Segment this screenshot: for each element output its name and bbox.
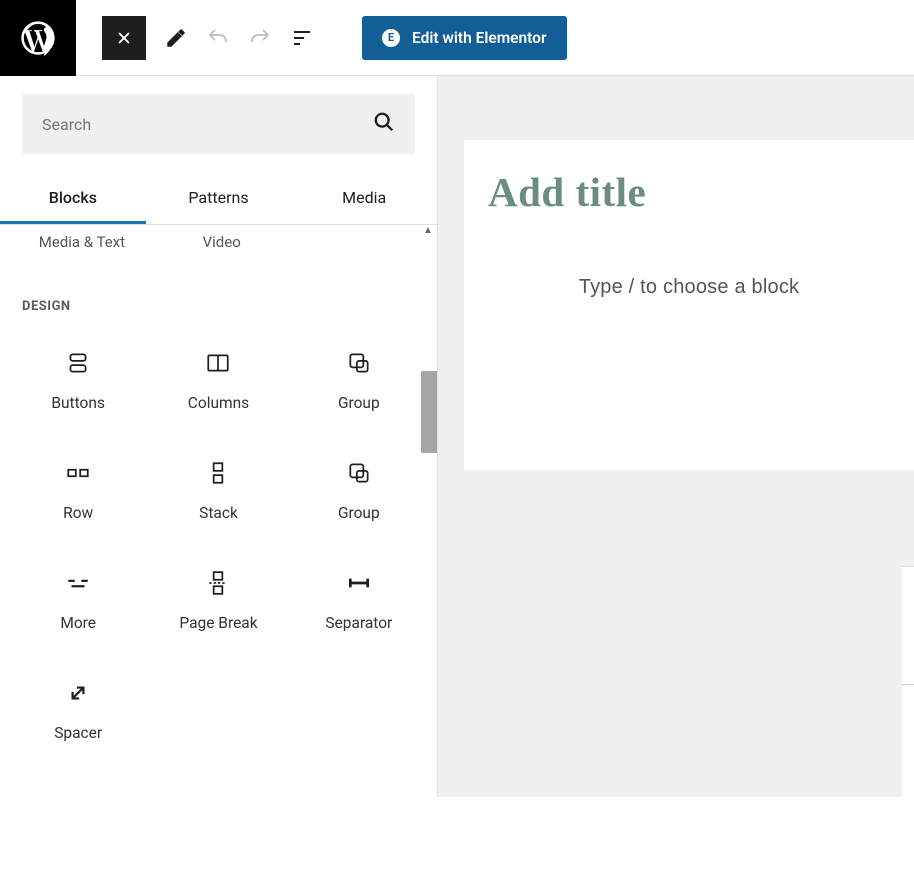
block-label: Separator xyxy=(325,614,392,632)
block-list: ▲ Media & Text Video DESIGN Buttons Colu… xyxy=(0,225,437,797)
block-video[interactable]: Video xyxy=(203,233,241,251)
editor-topbar: E Edit with Elementor xyxy=(0,0,914,76)
wordpress-logo[interactable] xyxy=(0,0,76,76)
more-icon xyxy=(65,570,91,596)
redo-icon[interactable] xyxy=(248,26,272,50)
block-separator[interactable]: Separator xyxy=(289,546,429,656)
group-icon xyxy=(346,350,372,376)
undo-icon[interactable] xyxy=(206,26,230,50)
row-icon xyxy=(65,460,91,486)
inserter-tabs: Blocks Patterns Media xyxy=(0,174,437,225)
stack-icon xyxy=(205,460,231,486)
block-group-2[interactable]: Group xyxy=(289,436,429,546)
scroll-up-arrow[interactable]: ▲ xyxy=(423,225,435,237)
tab-media[interactable]: Media xyxy=(291,174,437,224)
top-actions: E Edit with Elementor xyxy=(76,16,567,60)
block-pagebreak[interactable]: Page Break xyxy=(148,546,288,656)
buttons-icon xyxy=(65,350,91,376)
separator-icon xyxy=(346,570,372,596)
edit-tool-icon[interactable] xyxy=(164,26,188,50)
block-search[interactable] xyxy=(22,94,415,154)
block-buttons[interactable]: Buttons xyxy=(8,326,148,436)
block-inserter-panel: Blocks Patterns Media ▲ Media & Text Vid… xyxy=(0,76,438,797)
group-icon xyxy=(346,460,372,486)
spacer-icon xyxy=(65,680,91,706)
block-label: Page Break xyxy=(179,614,257,632)
block-spacer[interactable]: Spacer xyxy=(8,656,148,766)
block-stack[interactable]: Stack xyxy=(148,436,288,546)
block-label: Buttons xyxy=(51,394,105,412)
document-overview-icon[interactable] xyxy=(290,26,314,50)
yoast-tabs: SEO Readability Schema Social xyxy=(902,641,914,685)
tab-blocks[interactable]: Blocks xyxy=(0,174,146,224)
pagebreak-icon xyxy=(205,570,231,596)
block-row[interactable]: Row xyxy=(8,436,148,546)
elementor-icon: E xyxy=(382,29,400,47)
columns-icon xyxy=(205,350,231,376)
yoast-title: Yoast SEO xyxy=(902,585,914,641)
elementor-label: Edit with Elementor xyxy=(412,29,547,47)
block-media-text[interactable]: Media & Text xyxy=(39,233,125,251)
block-label: More xyxy=(60,614,96,632)
prev-block-row: Media & Text Video xyxy=(0,225,437,255)
block-label: Group xyxy=(338,504,380,522)
close-inserter-button[interactable] xyxy=(102,16,146,60)
search-icon xyxy=(373,111,395,137)
block-label: Row xyxy=(63,504,93,522)
block-label: Columns xyxy=(188,394,249,412)
editor-canvas: Add title Type / to choose a block Yoast… xyxy=(438,76,914,797)
page-card: Add title Type / to choose a block xyxy=(464,140,914,470)
yoast-panel: Yoast SEO SEO Readability Schema Social xyxy=(902,566,914,871)
block-group[interactable]: Group xyxy=(289,326,429,436)
post-title-input[interactable]: Add title xyxy=(488,168,890,216)
block-hint-text[interactable]: Type / to choose a block xyxy=(488,276,890,299)
block-label: Spacer xyxy=(54,724,102,742)
block-label: Group xyxy=(338,394,380,412)
scrollbar-thumb[interactable] xyxy=(421,371,437,453)
block-columns[interactable]: Columns xyxy=(148,326,288,436)
tab-patterns[interactable]: Patterns xyxy=(146,174,292,224)
section-design: DESIGN xyxy=(0,255,437,314)
block-label: Stack xyxy=(199,504,238,522)
block-more[interactable]: More xyxy=(8,546,148,656)
search-input[interactable] xyxy=(42,115,324,134)
edit-with-elementor-button[interactable]: E Edit with Elementor xyxy=(362,16,567,60)
